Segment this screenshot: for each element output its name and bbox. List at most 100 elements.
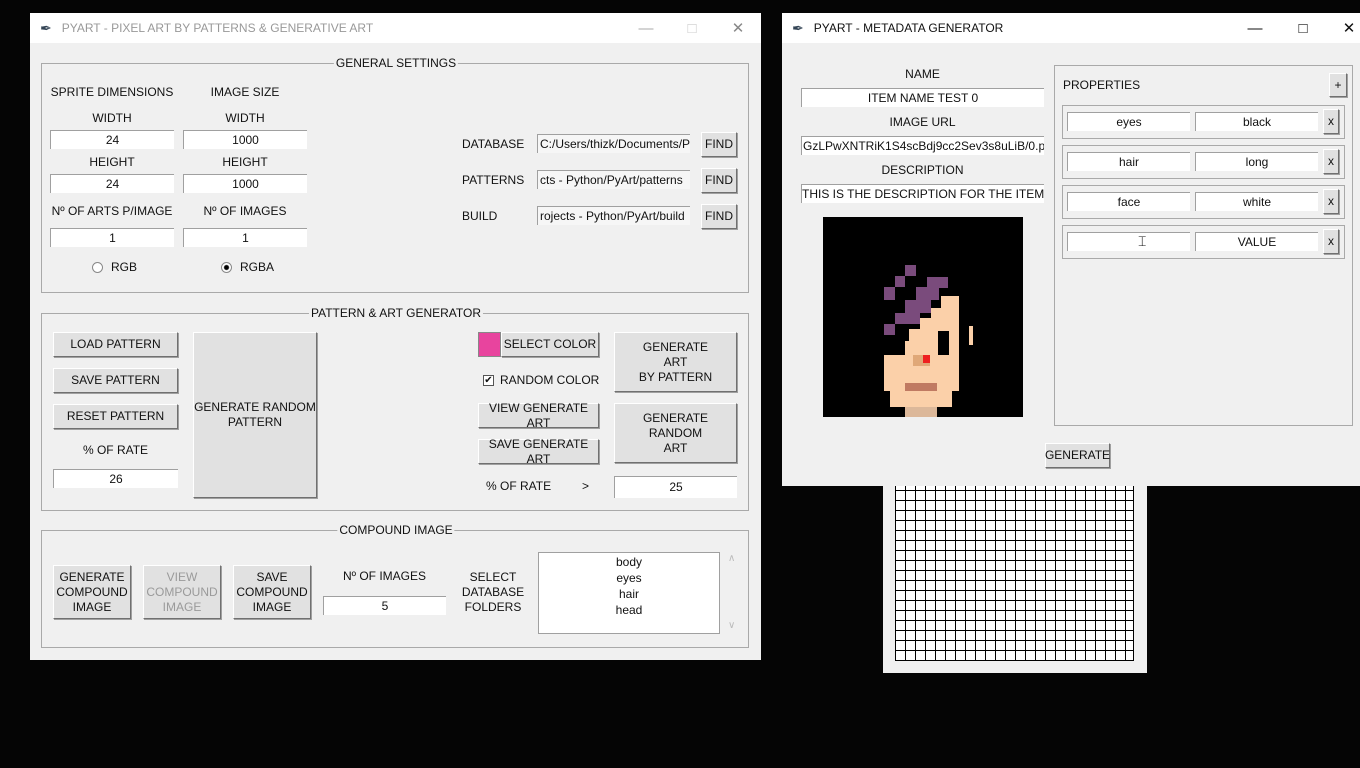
- window-title: PYART - PIXEL ART BY PATTERNS & GENERATI…: [61, 21, 374, 35]
- arts-per-image-label: Nº OF ARTS P/IMAGE: [51, 204, 173, 218]
- property-value-input[interactable]: white: [1195, 192, 1318, 211]
- load-pattern-button[interactable]: LOAD PATTERN: [53, 332, 178, 357]
- frame-legend: COMPOUND IMAGE: [337, 523, 455, 537]
- property-key-input[interactable]: face: [1067, 192, 1190, 211]
- database-path-input[interactable]: C:/Users/thizk/Documents/P: [537, 134, 690, 153]
- list-item[interactable]: hair: [539, 586, 719, 602]
- property-value-input[interactable]: VALUE: [1195, 232, 1318, 251]
- image-width-input[interactable]: 1000: [183, 130, 307, 149]
- rate-input[interactable]: 26: [53, 469, 178, 488]
- select-color-button[interactable]: SELECT COLOR: [501, 332, 599, 357]
- arts-per-image-input[interactable]: 1: [50, 228, 174, 247]
- main-window: ✒ PYART - PIXEL ART BY PATTERNS & GENERA…: [30, 13, 761, 660]
- patterns-path-input[interactable]: cts - Python/PyArt/patterns: [537, 170, 690, 189]
- remove-property-button[interactable]: x: [1323, 189, 1339, 214]
- select-database-folders-label: SELECT DATABASE FOLDERS: [461, 570, 525, 614]
- name-label: NAME: [905, 67, 940, 81]
- compound-num-images-input[interactable]: 5: [323, 596, 446, 615]
- property-value-input[interactable]: long: [1195, 152, 1318, 171]
- description-input[interactable]: THIS IS THE DESCRIPTION FOR THE ITEM 0: [801, 184, 1044, 203]
- rate2-input[interactable]: 25: [614, 476, 737, 498]
- rate2-arrow: >: [582, 479, 590, 493]
- property-value-input[interactable]: black: [1195, 112, 1318, 131]
- sprite-preview: [823, 217, 1023, 417]
- image-url-label: IMAGE URL: [889, 115, 956, 129]
- generate-random-art-button[interactable]: GENERATE RANDOM ART: [614, 403, 737, 463]
- list-item[interactable]: head: [539, 602, 719, 618]
- color-swatch[interactable]: [478, 332, 501, 357]
- random-color-checkbox[interactable]: ✔ RANDOM COLOR: [483, 373, 599, 387]
- generate-art-by-pattern-button[interactable]: GENERATE ART BY PATTERN: [614, 332, 737, 392]
- checkbox-checked-icon: ✔: [483, 374, 494, 386]
- pattern-grid-window: [883, 480, 1147, 673]
- reset-pattern-button[interactable]: RESET PATTERN: [53, 404, 178, 429]
- image-height-input[interactable]: 1000: [183, 174, 307, 193]
- close-button[interactable]: ✕: [715, 13, 761, 43]
- save-compound-image-button[interactable]: SAVE COMPOUND IMAGE: [233, 565, 311, 619]
- rgb-label: RGB: [111, 260, 138, 274]
- property-key-input[interactable]: eyes: [1067, 112, 1190, 131]
- radio-checked-icon: [221, 261, 232, 273]
- save-generate-art-button[interactable]: SAVE GENERATE ART: [478, 437, 599, 466]
- build-label: BUILD: [462, 209, 498, 223]
- image-size-label: IMAGE SIZE: [210, 85, 280, 99]
- maximize-button[interactable]: □: [1280, 13, 1326, 43]
- image-url-input[interactable]: GzLPwXNTRiK1S4scBdj9cc2Sev3s8uLiB/0.png: [801, 136, 1044, 155]
- view-compound-image-button[interactable]: VIEW COMPOUND IMAGE: [143, 565, 221, 619]
- sprite-height-input[interactable]: 24: [50, 174, 174, 193]
- title-bar: ✒ PYART - PIXEL ART BY PATTERNS & GENERA…: [30, 13, 761, 43]
- list-item[interactable]: eyes: [539, 570, 719, 586]
- num-images-input[interactable]: 1: [183, 228, 307, 247]
- list-item[interactable]: body: [539, 554, 719, 570]
- radio-unchecked-icon: [92, 261, 103, 273]
- remove-property-button[interactable]: x: [1323, 149, 1339, 174]
- feather-icon: ✒: [40, 19, 52, 36]
- close-button[interactable]: ✕: [1326, 13, 1360, 43]
- build-path-input[interactable]: rojects - Python/PyArt/build: [537, 206, 690, 225]
- property-key-input[interactable]: [1067, 232, 1190, 251]
- rate-label: % OF RATE: [82, 443, 149, 457]
- rate2-label: % OF RATE: [486, 479, 552, 493]
- database-find-button[interactable]: FIND: [701, 132, 737, 157]
- folders-listbox[interactable]: body eyes hair head: [538, 552, 720, 634]
- minimize-button[interactable]: —: [1232, 13, 1278, 43]
- add-property-button[interactable]: +: [1329, 73, 1347, 97]
- name-input[interactable]: ITEM NAME TEST 0: [801, 88, 1044, 107]
- radio-rgba[interactable]: RGBA: [221, 260, 274, 274]
- scroll-up-icon[interactable]: ∧: [728, 553, 735, 564]
- num-images-label: Nº OF IMAGES: [203, 204, 287, 218]
- window-title: PYART - METADATA GENERATOR: [813, 21, 1004, 35]
- sprite-width-input[interactable]: 24: [50, 130, 174, 149]
- sprite-dimensions-label: SPRITE DIMENSIONS: [50, 85, 174, 99]
- title-bar: ✒ PYART - METADATA GENERATOR — □ ✕: [782, 13, 1360, 43]
- patterns-label: PATTERNS: [462, 173, 525, 187]
- generate-compound-image-button[interactable]: GENERATE COMPOUND IMAGE: [53, 565, 131, 619]
- sprite-width-label: WIDTH: [92, 111, 132, 125]
- remove-property-button[interactable]: x: [1323, 109, 1339, 134]
- feather-icon: ✒: [792, 19, 804, 36]
- frame-legend: PATTERN & ART GENERATOR: [308, 306, 484, 320]
- minimize-button[interactable]: —: [623, 13, 669, 43]
- maximize-button[interactable]: □: [669, 13, 715, 43]
- image-width-label: WIDTH: [225, 111, 265, 125]
- description-label: DESCRIPTION: [881, 163, 964, 177]
- pattern-grid[interactable]: [895, 480, 1134, 661]
- image-height-label: HEIGHT: [222, 155, 268, 169]
- save-pattern-button[interactable]: SAVE PATTERN: [53, 368, 178, 393]
- compound-num-images-label: Nº OF IMAGES: [342, 569, 427, 583]
- patterns-find-button[interactable]: FIND: [701, 168, 737, 193]
- radio-rgb[interactable]: RGB: [92, 260, 137, 274]
- random-color-label: RANDOM COLOR: [500, 373, 600, 387]
- view-generate-art-button[interactable]: VIEW GENERATE ART: [478, 401, 599, 430]
- generate-random-pattern-button[interactable]: GENERATE RANDOM PATTERN: [193, 332, 317, 498]
- generate-metadata-button[interactable]: GENERATE: [1045, 443, 1110, 468]
- database-label: DATABASE: [462, 137, 525, 151]
- sprite-height-label: HEIGHT: [89, 155, 135, 169]
- remove-property-button[interactable]: x: [1323, 229, 1339, 254]
- metadata-window: ✒ PYART - METADATA GENERATOR — □ ✕ NAME …: [782, 13, 1360, 486]
- frame-legend: GENERAL SETTINGS: [333, 56, 459, 70]
- build-find-button[interactable]: FIND: [701, 204, 737, 229]
- property-key-input[interactable]: hair: [1067, 152, 1190, 171]
- properties-label: PROPERTIES: [1063, 78, 1141, 92]
- scroll-down-icon[interactable]: ∨: [728, 620, 735, 631]
